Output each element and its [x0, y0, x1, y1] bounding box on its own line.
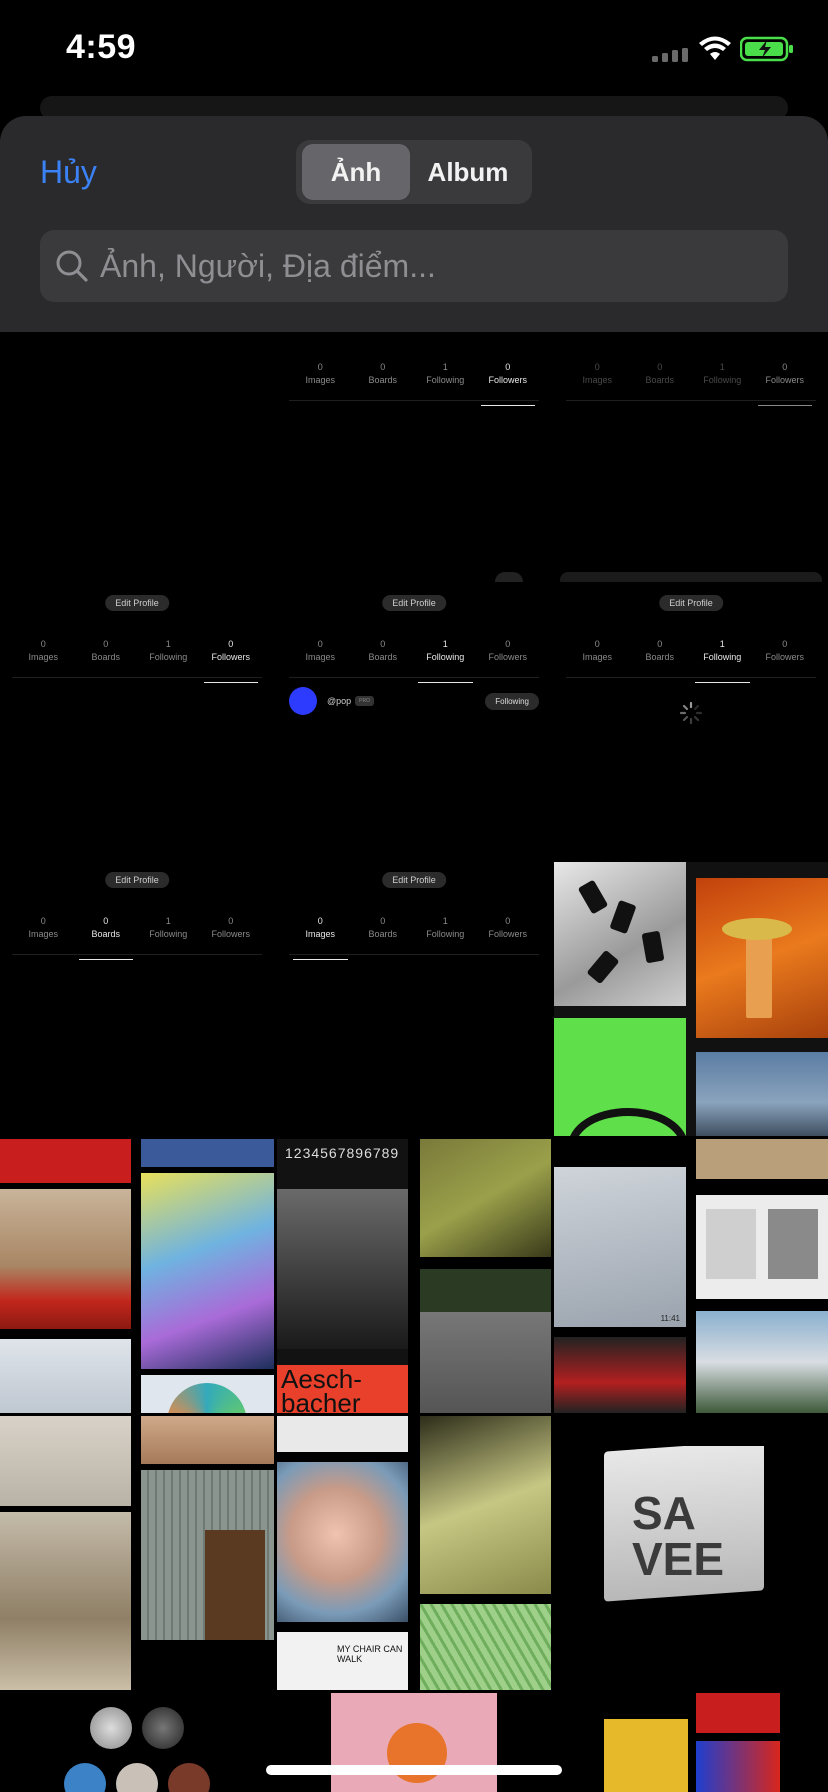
tile-pug	[604, 1719, 688, 1792]
source-segmented-control: Ảnh Album	[296, 140, 532, 204]
photo-thumbnail[interactable]	[554, 862, 828, 1136]
photo-thumbnail[interactable]: Edit Profile 0 Images 0 Boards 1 Following …	[0, 862, 274, 1136]
screenshot-time: 11:41	[660, 1314, 680, 1323]
tab-photos[interactable]: Ảnh	[302, 144, 410, 200]
tile-green-neon	[554, 1018, 686, 1136]
status-time: 4:59	[66, 28, 137, 66]
photo-thumbnail[interactable]: Edit Profile 0 Images 0 Boards 1 Following …	[277, 585, 551, 859]
tile-architecture-book	[696, 1195, 828, 1299]
following-list-item: @pop PRO Following	[289, 685, 539, 717]
profile-stats: 0 Images 0 Boards 1 Following 0 Followers	[566, 639, 816, 683]
tile-kitchen	[0, 1512, 131, 1690]
tab-albums[interactable]: Album	[414, 144, 522, 200]
photo-thumbnail[interactable]	[0, 332, 274, 582]
profile-stats: 0 Images 0 Boards 1 Following 0 Followers	[289, 916, 539, 960]
tile-body-top	[277, 1416, 408, 1452]
tile-bathroom	[0, 1416, 131, 1506]
avatar	[289, 687, 317, 715]
tile-color-room	[141, 1173, 274, 1369]
tile-savee-logo: SA VEE	[604, 1446, 764, 1606]
photo-thumbnail[interactable]	[277, 1693, 551, 1792]
tile-garage-car	[420, 1269, 551, 1413]
cellular-signal-icon	[652, 48, 688, 62]
edit-profile-button: Edit Profile	[382, 595, 446, 611]
tile-water-face	[277, 1462, 408, 1622]
profile-stats: 0 Images 0 Boards 1 Following 0 Followers	[12, 916, 262, 960]
avatar	[90, 1707, 132, 1749]
photo-picker-sheet: Hủy Ảnh Album	[0, 116, 828, 332]
photo-thumbnail[interactable]: 11:41	[554, 1139, 828, 1413]
photo-thumbnail[interactable]	[0, 1693, 274, 1792]
profile-stats: 0 Images 0 Boards 1 Following 0 Followers	[289, 639, 539, 683]
tile-rainbow-arc	[141, 1375, 274, 1413]
avatar	[64, 1763, 106, 1792]
tile-typography-poster: 1234567896789 Aesch- bacher	[277, 1139, 408, 1413]
tile-product-bottles	[554, 862, 686, 1006]
user-handle: @pop	[327, 696, 352, 706]
photo-thumbnail[interactable]: Edit Profile 0 Images 0 Boards 1 Following …	[0, 585, 274, 859]
tile-red-top	[0, 1139, 131, 1183]
edit-profile-button: Edit Profile	[659, 595, 723, 611]
cancel-button[interactable]: Hủy	[40, 154, 97, 191]
tile-perfume-orange	[696, 878, 828, 1038]
search-input[interactable]	[98, 246, 752, 286]
photo-thumbnail[interactable]	[0, 1139, 274, 1413]
tile-mountain-sky	[696, 1052, 828, 1136]
avatar	[116, 1763, 158, 1792]
tile-football-player	[420, 1139, 551, 1257]
tile-sky-light	[0, 1339, 131, 1413]
tile-palm-leaf	[420, 1604, 551, 1690]
edit-profile-button: Edit Profile	[105, 595, 169, 611]
search-icon	[56, 250, 88, 282]
wifi-icon	[699, 36, 731, 60]
tile-neck-closeup	[141, 1416, 274, 1464]
tile-basketball	[331, 1693, 497, 1792]
photo-thumbnail[interactable]: 0 Images 0 Boards 1 Following 0 Followers	[277, 332, 551, 582]
scroll-knob	[495, 572, 523, 582]
photo-thumbnail[interactable]: 0 Images 0 Boards 1 Following 0 Followers	[554, 332, 828, 582]
toast-bar	[560, 572, 822, 582]
profile-stats: 0 Images 0 Boards 1 Following 0 Followers	[566, 362, 816, 406]
photo-thumbnail[interactable]: 1234567896789 Aesch- bacher	[277, 1139, 551, 1413]
photo-thumbnail[interactable]: Edit Profile 0 Images 0 Boards 1 Following …	[554, 585, 828, 859]
tile-red-car-small	[554, 1337, 686, 1413]
pro-badge: PRO	[355, 696, 374, 706]
tile-ripped-paper: 11:41	[554, 1167, 686, 1327]
profile-stats: 0 Images 0 Boards 1 Following 0 Followers	[289, 362, 539, 406]
tile-red-circle	[696, 1693, 780, 1733]
profile-stats: 0 Images 0 Boards 1 Following 0 Followers	[12, 639, 262, 683]
tile-green-sculpture	[420, 1416, 551, 1594]
tile-villa	[696, 1311, 828, 1413]
logo-text-line-1: SA	[632, 1487, 696, 1539]
home-indicator[interactable]	[266, 1765, 562, 1775]
chair-caption: MY CHAIR CAN WALK	[337, 1644, 403, 1664]
avatar	[168, 1763, 210, 1792]
status-bar: 4:59	[0, 0, 828, 100]
battery-icon	[740, 36, 793, 62]
edit-profile-button: Edit Profile	[382, 872, 446, 888]
photo-thumbnail[interactable]	[554, 1693, 828, 1792]
poster-numbers: 1234567896789	[285, 1145, 400, 1161]
photo-thumbnail[interactable]: SA VEE	[554, 1416, 828, 1690]
tile-wood-top	[696, 1139, 828, 1179]
tile-blue-red	[696, 1741, 780, 1792]
avatar	[142, 1707, 184, 1749]
tile-portrait-car	[0, 1189, 131, 1329]
tile-metal-facade	[141, 1470, 274, 1640]
photo-thumbnail[interactable]	[0, 1416, 274, 1690]
photo-thumbnail[interactable]: MY CHAIR CAN WALK	[277, 1416, 551, 1690]
edit-profile-button: Edit Profile	[105, 872, 169, 888]
poster-title: Aesch- bacher	[277, 1365, 408, 1413]
tile-legs-top	[141, 1139, 274, 1167]
logo-text-line-2: VEE	[632, 1533, 725, 1585]
photo-thumbnail[interactable]: Edit Profile 0 Images 0 Boards 1 Following …	[277, 862, 551, 1136]
search-bar	[40, 230, 788, 302]
loading-spinner-icon	[679, 701, 703, 725]
tile-chair-walk: MY CHAIR CAN WALK	[277, 1632, 408, 1690]
following-button: Following	[485, 692, 539, 710]
